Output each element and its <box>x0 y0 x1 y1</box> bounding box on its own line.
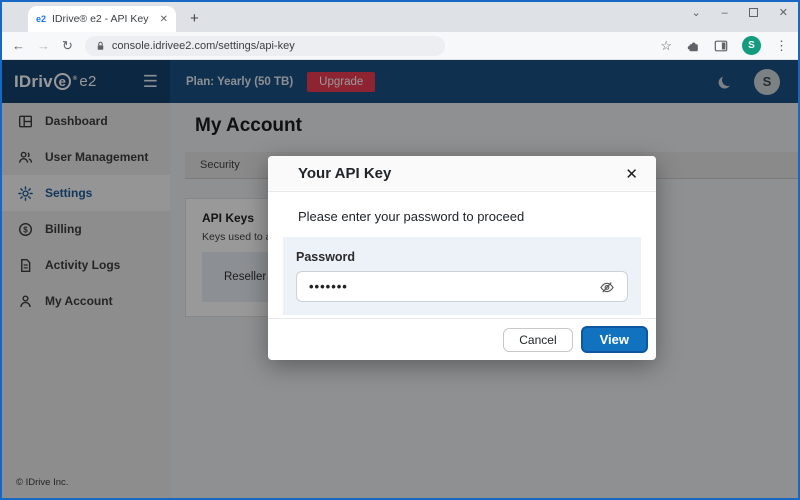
modal-message: Please enter your password to proceed <box>298 209 626 224</box>
forward-icon[interactable]: → <box>37 38 50 53</box>
password-input[interactable] <box>309 279 599 294</box>
side-panel-icon[interactable] <box>714 39 728 53</box>
maximize-icon[interactable] <box>749 8 758 17</box>
tab-search-icon[interactable]: ⌄ <box>691 6 700 19</box>
modal-close-icon[interactable]: ✕ <box>625 165 638 183</box>
close-icon[interactable]: ✕ <box>779 6 788 19</box>
browser-window: e2 IDrive® e2 - API Key ✕ + ⌄ – ✕ ← → ↻ … <box>0 0 800 500</box>
password-field-row <box>296 271 628 302</box>
modal-footer: Cancel View <box>268 318 656 360</box>
minimize-icon[interactable]: – <box>722 7 728 19</box>
window-controls: ⌄ – ✕ <box>691 6 788 19</box>
bookmark-star-icon[interactable]: ☆ <box>660 38 672 54</box>
page: IDrive®e2 ☰ Plan: Yearly (50 TB) Upgrade… <box>2 60 798 498</box>
extensions-puzzle-icon[interactable] <box>686 39 700 53</box>
browser-toolbar: ← → ↻ console.idrivee2.com/settings/api-… <box>2 32 798 60</box>
url-text: console.idrivee2.com/settings/api-key <box>112 40 295 52</box>
api-key-modal: Your API Key ✕ Please enter your passwor… <box>268 156 656 360</box>
browser-tab[interactable]: e2 IDrive® e2 - API Key ✕ <box>28 6 176 32</box>
lock-icon <box>95 40 106 52</box>
tab-strip: e2 IDrive® e2 - API Key ✕ + ⌄ – ✕ <box>2 2 798 32</box>
browser-profile-avatar[interactable]: S <box>742 36 761 55</box>
password-panel: Password <box>283 237 641 315</box>
browser-menu-icon[interactable]: ⋮ <box>775 38 788 54</box>
modal-header: Your API Key ✕ <box>268 156 656 192</box>
toolbar-right: ☆ S ⋮ <box>660 36 788 55</box>
password-label: Password <box>296 250 628 264</box>
cancel-button[interactable]: Cancel <box>503 328 572 352</box>
back-icon[interactable]: ← <box>12 38 25 53</box>
address-bar[interactable]: console.idrivee2.com/settings/api-key <box>85 36 445 56</box>
modal-title: Your API Key <box>298 165 391 182</box>
tab-title: IDrive® e2 - API Key <box>52 13 154 25</box>
view-button[interactable]: View <box>581 326 648 353</box>
new-tab-button[interactable]: + <box>190 10 199 27</box>
tab-close-icon[interactable]: ✕ <box>160 14 168 25</box>
reload-icon[interactable]: ↻ <box>62 38 73 54</box>
eye-off-icon[interactable] <box>599 279 615 295</box>
tab-favicon-icon: e2 <box>36 14 46 24</box>
